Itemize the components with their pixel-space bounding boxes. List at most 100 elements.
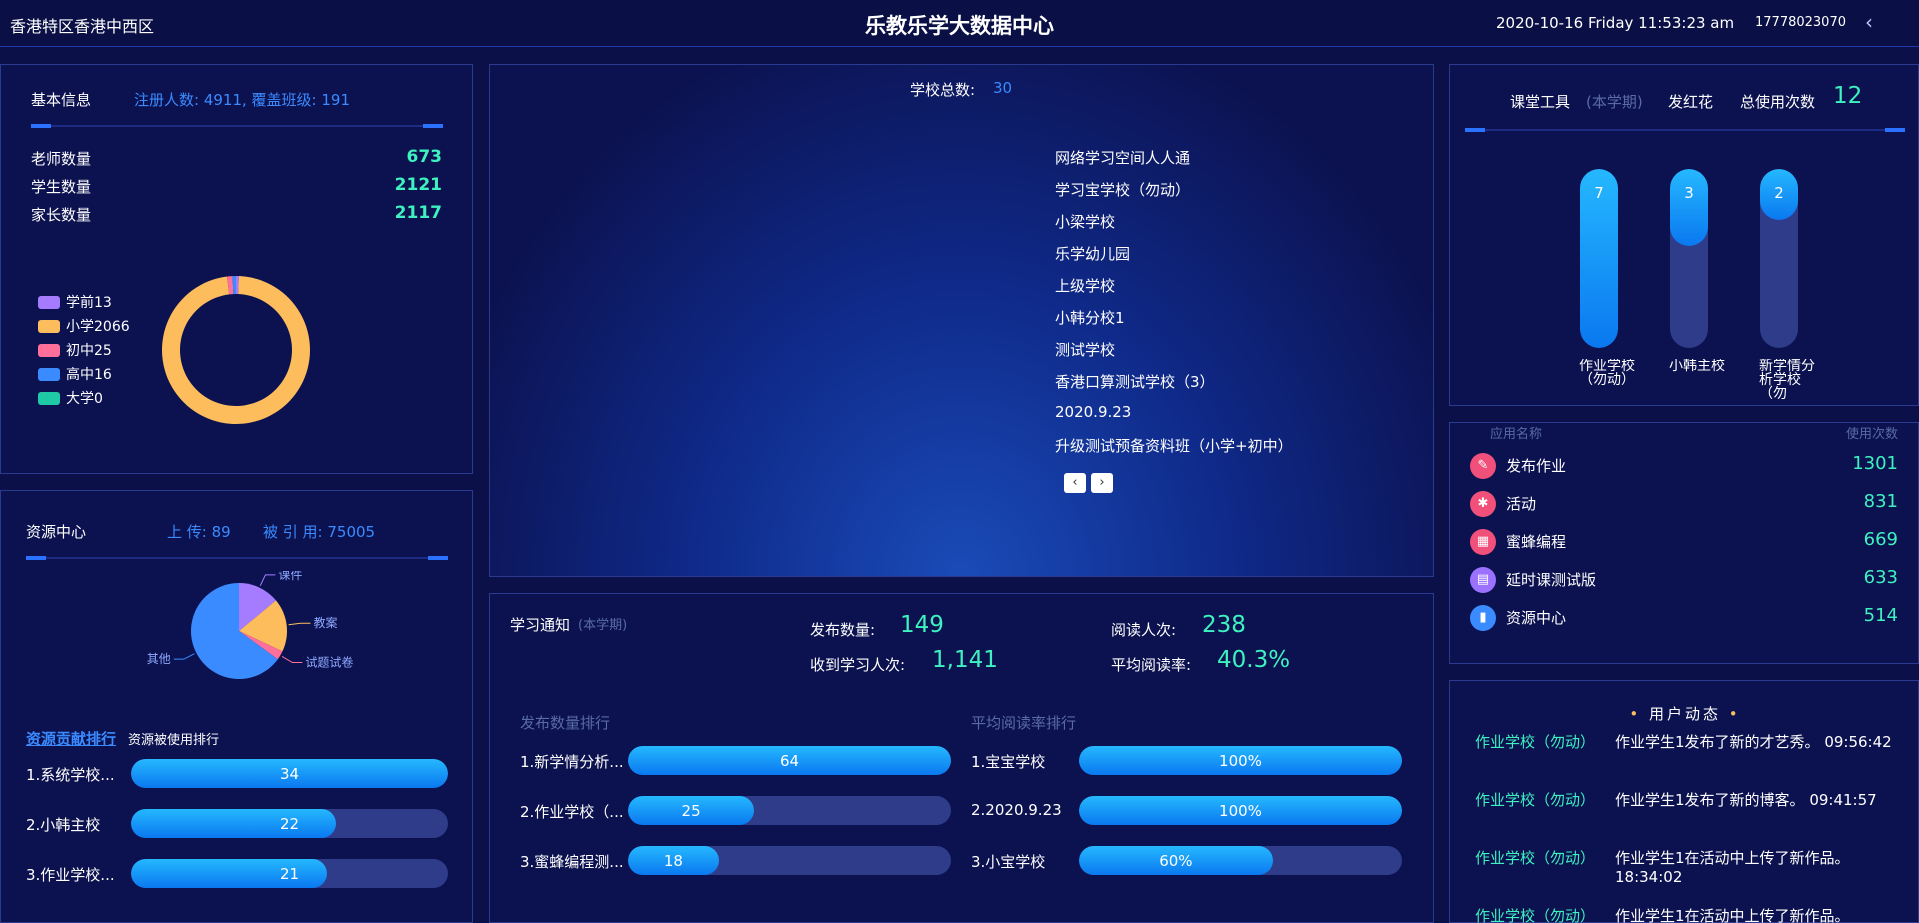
feed-title-text: 用户动态 — [1648, 705, 1721, 723]
school-total-count: 30 — [993, 79, 1013, 97]
rank-bar: 22 — [131, 809, 448, 838]
app-usage-count: 669 — [1863, 529, 1898, 550]
feed-school[interactable]: 作业学校（勿动） — [1475, 905, 1595, 923]
flower-label: 发红花 — [1668, 93, 1714, 111]
legend-item-label: 小学2066 — [66, 319, 130, 335]
read-rate-rank-value: 100% — [1219, 802, 1262, 820]
school-list-item[interactable]: 网络学习空间人人通 — [1055, 147, 1190, 168]
publish-rank-title: 发布数量排行 — [520, 714, 611, 732]
tool-bar-value: 3 — [1684, 184, 1694, 202]
school-list-item[interactable]: 2020.9.23 — [1055, 403, 1131, 421]
pie-slice-label: 课件 — [278, 571, 302, 582]
feed-text: 作业学生1在活动中上传了新作品。 — [1615, 907, 1850, 923]
school-list-item[interactable]: 上级学校 — [1055, 275, 1115, 296]
book-icon: ▤ — [1470, 567, 1496, 593]
feed-school[interactable]: 作业学校（勿动） — [1475, 847, 1595, 868]
school-list-item[interactable]: 测试学校 — [1055, 339, 1115, 360]
tool-bar-label: 小韩主校 — [1669, 359, 1725, 374]
legend-swatch[interactable] — [38, 392, 60, 405]
pie-slice-label: 教案 — [314, 615, 338, 630]
read-rate-rank-label: 1.宝宝学校 — [971, 753, 1046, 771]
legend-swatch[interactable] — [38, 296, 60, 309]
pie-leader-line — [259, 574, 276, 586]
user-feed-panel: • 用户动态 • 作业学校（勿动） 作业学生1发布了新的才艺秀。 09:56:42… — [1449, 680, 1919, 923]
dashboard: 香港特区香港中西区 乐教乐学大数据中心 2020-10-16 Friday 11… — [0, 0, 1919, 923]
app-name[interactable]: 蜜蜂编程 — [1506, 531, 1566, 552]
donut-slice — [161, 276, 310, 424]
app-name[interactable]: 活动 — [1506, 493, 1536, 514]
basic-info-panel: 基本信息 注册人数: 4911, 覆盖班级: 191 老师数量 673 学生数量… — [0, 64, 473, 474]
tool-bar: 3 — [1670, 169, 1708, 348]
tool-bar-label: 新学情分析学校（勿 — [1759, 359, 1815, 401]
tab-contribution-rank[interactable]: 资源贡献排行 — [26, 728, 116, 749]
chevron-left-icon[interactable]: ‹ — [1064, 473, 1086, 493]
user-account[interactable]: 17778023070 — [1755, 15, 1846, 30]
publish-count: 149 — [900, 612, 944, 638]
feed-text: 作业学生1在活动中上传了新作品。 18:34:02 — [1615, 849, 1850, 886]
school-list-item[interactable]: 香港口算测试学校（3） — [1055, 371, 1215, 392]
school-list-item[interactable]: 小韩分校1 — [1055, 307, 1125, 328]
feed-title: • 用户动态 • — [1629, 705, 1741, 723]
legend-swatch[interactable] — [38, 368, 60, 381]
tool-bar: 2 — [1760, 169, 1798, 348]
publish-rank-value: 64 — [779, 752, 800, 770]
classroom-tools-panel: 课堂工具 (本学期) 发红花 总使用次数 12 7 作业学校（勿动） 3 小韩主校 2 新… — [1449, 64, 1919, 406]
rank-bar-value: 21 — [279, 865, 300, 883]
grid-icon: ▦ — [1470, 529, 1496, 555]
student-count: 2121 — [394, 175, 442, 195]
read-rate-rank-bar: 100% — [1079, 796, 1402, 825]
app-usage-panel: 应用名称 使用次数 ✎ 发布作业 1301 ✱ 活动 831 ▦ 蜜蜂编程 669 ▤ 延时课测试版… — [1449, 422, 1919, 664]
app-name[interactable]: 资源中心 — [1506, 607, 1566, 628]
cited-count: 被 引 用: 75005 — [263, 523, 376, 541]
app-name[interactable]: 延时课测试版 — [1506, 569, 1596, 590]
basic-info-summary: 注册人数: 4911, 覆盖班级: 191 — [134, 91, 350, 109]
tool-bar-value: 7 — [1594, 184, 1604, 202]
legend-swatch[interactable] — [38, 344, 60, 357]
divider — [1465, 128, 1905, 132]
legend-item-label: 初中25 — [66, 343, 112, 359]
publish-rank-label: 1.新学情分析... — [520, 753, 624, 771]
school-list-item[interactable]: 乐学幼儿园 — [1055, 243, 1130, 264]
app-name-header: 应用名称 — [1490, 427, 1543, 442]
school-list-item[interactable]: 小梁学校 — [1055, 211, 1115, 232]
feed-school[interactable]: 作业学校（勿动） — [1475, 789, 1595, 810]
parent-count: 2117 — [394, 203, 442, 223]
chevron-left-icon[interactable]: ‹ — [1865, 10, 1873, 34]
total-usage-label: 总使用次数 — [1740, 93, 1816, 111]
rank-bar-value: 34 — [279, 765, 300, 783]
publish-label: 发布数量: — [810, 621, 876, 639]
total-usage-count: 12 — [1833, 83, 1863, 109]
school-list-item[interactable]: 升级测试预备资料班（小学+初中） — [1055, 435, 1293, 456]
app-name[interactable]: 发布作业 — [1506, 455, 1566, 476]
student-label: 学生数量 — [31, 178, 92, 196]
read-rate-rank-bar: 60% — [1079, 846, 1402, 875]
rank-bar: 34 — [131, 759, 448, 788]
legend-swatch[interactable] — [38, 320, 60, 333]
rate-label: 平均阅读率: — [1111, 656, 1192, 674]
parent-label: 家长数量 — [31, 206, 92, 224]
publish-rank-bar: 18 — [628, 846, 951, 875]
pinwheel-icon: ✱ — [1470, 491, 1496, 517]
school-panel: 学校总数: 30 网络学习空间人人通 学习宝学校（勿动） 小梁学校 乐学幼儿园 上级学校… — [489, 64, 1434, 577]
resource-center-panel: 资源中心 上 传: 89 被 引 用: 75005 课件 教案 试题试卷 其他 资源贡… — [0, 490, 473, 923]
rank-item-label: 2.小韩主校 — [26, 816, 101, 834]
basic-info-title: 基本信息 — [31, 91, 92, 109]
notice-title: 学习通知 — [510, 616, 571, 634]
tab-usage-rank[interactable]: 资源被使用排行 — [128, 729, 219, 748]
rank-item-label: 1.系统学校... — [26, 766, 115, 784]
publish-rank-bar: 25 — [628, 796, 951, 825]
chevron-right-icon[interactable]: › — [1091, 473, 1113, 493]
app-usage-count: 633 — [1863, 567, 1898, 588]
publish-rank-label: 3.蜜蜂编程测... — [520, 853, 624, 871]
tool-bar-value: 2 — [1774, 184, 1784, 202]
school-list-item[interactable]: 学习宝学校（勿动） — [1055, 179, 1190, 200]
publish-rank-bar: 64 — [628, 746, 951, 775]
legend-item-label: 大学0 — [66, 391, 103, 407]
stage-donut-chart — [161, 276, 310, 424]
tools-title: 课堂工具 — [1510, 93, 1571, 111]
notice-term: (本学期) — [578, 618, 628, 633]
tool-bar-fill — [1670, 169, 1708, 246]
feed-school[interactable]: 作业学校（勿动） — [1475, 731, 1595, 752]
upload-count: 上 传: 89 — [167, 523, 231, 541]
read-rate-rank-title: 平均阅读率排行 — [971, 714, 1077, 732]
